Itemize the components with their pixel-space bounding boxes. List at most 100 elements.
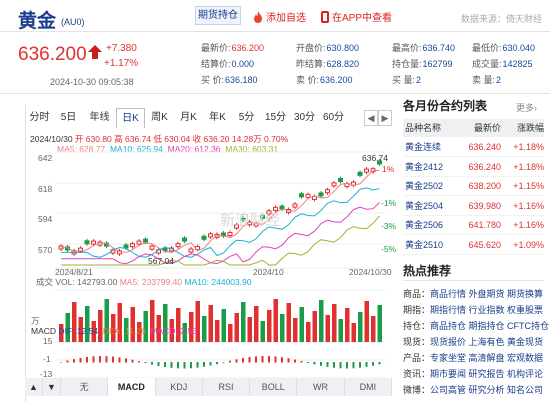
tab-8[interactable]: 15分: [261, 108, 290, 128]
candle-date: 2024/10/30: [30, 134, 73, 144]
macd-bar: [320, 362, 322, 366]
stat-value: 162799: [422, 59, 453, 69]
pct-label-1: 1%: [382, 164, 395, 174]
volume-bar: [286, 303, 291, 342]
macd-bar: [125, 358, 127, 363]
stat-value: 636.200: [231, 43, 265, 53]
volume-bar: [267, 310, 272, 342]
tab-5[interactable]: 月K: [174, 108, 203, 128]
stat-label: 买 量:: [392, 75, 416, 85]
macd-bar: [261, 356, 264, 363]
volume-bar: [247, 317, 252, 342]
macd-bar: [151, 362, 153, 365]
indicator-tab[interactable]: 无: [61, 378, 109, 396]
contract-row[interactable]: 黄金2506 641.780 +1.16%: [403, 216, 544, 235]
volume-bar: [234, 313, 239, 342]
pct-label-m5: -5%: [381, 244, 397, 254]
macd-value: MACD: 2.55: [150, 326, 197, 336]
volume-bar: [254, 306, 259, 342]
volume-bar: [319, 300, 324, 342]
contract-row[interactable]: 黄金连续 636.240 +1.18%: [403, 138, 544, 157]
contract-row[interactable]: 黄金2510 645.620 +1.09%: [403, 236, 544, 255]
contract-name[interactable]: 黄金2506: [403, 216, 453, 234]
contract-price: 641.780: [468, 220, 501, 230]
tabs-next-button[interactable]: ▶: [378, 110, 392, 126]
macd-bar: [60, 362, 62, 363]
hot-links[interactable]: 公司高管 研究分析 知名公司: [430, 385, 543, 395]
contract-name[interactable]: 黄金2510: [403, 236, 453, 254]
stat-value: 142825: [502, 59, 533, 69]
volume-bar: [202, 316, 207, 342]
contract-name[interactable]: 黄金2502: [403, 177, 453, 195]
hot-links[interactable]: 专家坐堂 高清解盘 宏观数据: [430, 353, 543, 363]
volume-bar: [364, 301, 369, 342]
tab-9[interactable]: 30分: [290, 108, 319, 128]
quote-time: 2024-10-30 09:05:38: [50, 77, 134, 87]
contract-name[interactable]: 黄金2504: [403, 197, 453, 215]
tab-7[interactable]: 5分: [232, 108, 261, 128]
hot-links[interactable]: 期市要闻 研究报告 机构评论: [430, 369, 543, 379]
indicator-tab[interactable]: MACD: [108, 378, 156, 396]
tab-2[interactable]: 年线: [83, 108, 116, 128]
indicator-tab[interactable]: KDJ: [156, 378, 203, 396]
indicator-tab[interactable]: RSI: [203, 378, 251, 396]
kline-chart[interactable]: 新浪财经: [25, 150, 392, 378]
hot-links[interactable]: 期指行情 行业指数 权重股票: [430, 305, 543, 315]
candle-low: 低 630.04: [153, 134, 191, 144]
volume-bar: [338, 319, 343, 342]
contract-row[interactable]: 黄金2502 638.200 +1.15%: [403, 177, 544, 196]
y-label-642: 642: [38, 153, 53, 163]
indicator-down-button[interactable]: ▼: [43, 378, 61, 396]
tab-0[interactable]: 分时: [25, 108, 54, 128]
add-watchlist-link[interactable]: 添加自选: [253, 9, 306, 24]
volume-title: 成交: [36, 277, 54, 287]
contracts-more-link[interactable]: 更多›: [516, 101, 537, 114]
stat-item: 最低价:630.040: [472, 41, 535, 54]
tab-1[interactable]: 5日: [54, 108, 83, 128]
macd-bar: [196, 362, 199, 368]
hot-row: 持仓：商品持仓 期指持仓 CFTC持仓: [403, 319, 549, 332]
indicator-tab[interactable]: DMI: [345, 378, 392, 396]
hot-links[interactable]: 商品持仓 期指持仓 CFTC持仓: [430, 321, 549, 331]
macd-legend: MACD DIF: 12.54 DEA: 11.26 MACD: 2.55: [31, 326, 197, 336]
tab-10[interactable]: 60分: [319, 108, 348, 128]
futures-position-button[interactable]: 期货持仓: [195, 6, 241, 25]
indicator-tab[interactable]: WR: [297, 378, 345, 396]
y-label-618: 618: [38, 184, 53, 194]
candle: [273, 206, 278, 211]
tab-6[interactable]: 年K: [203, 108, 232, 128]
volume-ma5: MA5: 233799.40: [119, 277, 183, 287]
contracts-header: 品种名称 最新价 涨跌幅: [403, 119, 544, 137]
macd-bar: [307, 362, 309, 363]
contract-name[interactable]: 黄金连续: [403, 138, 453, 156]
contract-row[interactable]: 黄金2412 636.240 +1.18%: [403, 158, 544, 177]
macd-y-15: 15: [43, 336, 53, 346]
stat-value: 2: [496, 75, 502, 85]
candle: [357, 171, 363, 176]
stat-label: 成交量:: [472, 59, 502, 69]
stat-label: 昨结算:: [296, 59, 326, 69]
stat-value: 636.740: [422, 43, 456, 53]
pct-label-m1: -1%: [381, 198, 397, 208]
stat-value: 636.200: [320, 75, 353, 85]
hot-links[interactable]: 商品行情 外盘期货 期货换算: [430, 289, 543, 299]
contract-change: +1.16%: [513, 220, 544, 230]
tab-3[interactable]: 日K: [116, 108, 145, 128]
candle: [84, 240, 90, 245]
last-price: 636.200: [18, 44, 87, 65]
indicator-up-button[interactable]: ▲: [25, 378, 43, 396]
contract-name[interactable]: 黄金2412: [403, 158, 453, 176]
tabs-prev-button[interactable]: ◀: [364, 110, 378, 126]
open-app-link[interactable]: 在APP中查看: [321, 9, 392, 24]
macd-bar: [112, 356, 114, 363]
contract-price: 639.980: [468, 200, 501, 211]
hot-links[interactable]: 现货报价 上海有色 黄金现货: [430, 337, 543, 347]
hot-row: 微博：公司高管 研究分析 知名公司: [403, 383, 549, 396]
tab-4[interactable]: 周K: [145, 108, 174, 128]
volume-bar: [312, 311, 317, 342]
volume-bar: [293, 318, 298, 342]
stat-label: 结算价:: [201, 59, 231, 69]
hot-key: 微博：: [403, 385, 431, 395]
indicator-tab[interactable]: BOLL: [250, 378, 298, 396]
contract-row[interactable]: 黄金2504 639.980 +1.16%: [403, 197, 544, 216]
